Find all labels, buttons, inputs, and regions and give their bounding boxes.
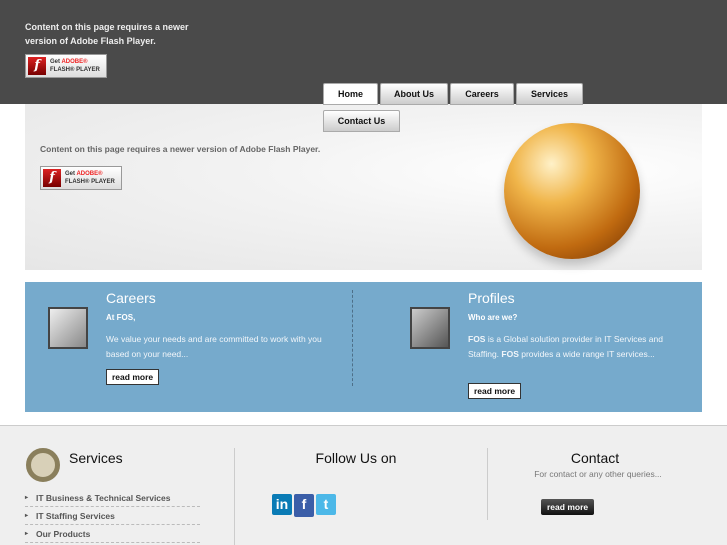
chart-document-icon bbox=[48, 307, 88, 349]
divider bbox=[352, 290, 353, 386]
profiles-subtitle: Who are we? bbox=[468, 313, 518, 322]
services-logo-icon bbox=[26, 448, 60, 482]
contact-read-more-button[interactable]: read more bbox=[541, 499, 595, 515]
nav-contact-us[interactable]: Contact Us bbox=[323, 110, 400, 132]
service-link[interactable]: Our Products bbox=[25, 525, 200, 543]
contact-title: Contact bbox=[570, 450, 620, 466]
get-flash-button[interactable]: f Get ADOBE® FLASH® PLAYER bbox=[25, 54, 107, 78]
profile-person-icon bbox=[410, 307, 450, 349]
linkedin-icon[interactable]: in bbox=[272, 494, 292, 515]
nav-about-us[interactable]: About Us bbox=[380, 83, 448, 105]
divider bbox=[234, 448, 235, 545]
services-title: Services bbox=[69, 450, 123, 466]
nav-services[interactable]: Services bbox=[516, 83, 583, 105]
careers-title: Careers bbox=[106, 290, 156, 306]
contact-text: For contact or any other queries... bbox=[534, 469, 662, 479]
facebook-icon[interactable]: f bbox=[294, 494, 314, 517]
nav-home[interactable]: Home bbox=[323, 83, 378, 105]
services-list: IT Business & Technical Services IT Staf… bbox=[25, 489, 200, 543]
divider bbox=[487, 448, 488, 520]
flash-notice: Content on this page requires a newer ve… bbox=[25, 22, 189, 46]
flash-notice-hero: Content on this page requires a newer ve… bbox=[40, 144, 321, 154]
globe-image bbox=[504, 123, 640, 259]
twitter-icon[interactable]: t bbox=[316, 494, 336, 515]
follow-title: Follow Us on bbox=[315, 450, 397, 466]
careers-text: We value your needs and are committed to… bbox=[106, 334, 322, 359]
flash-icon: f bbox=[43, 169, 61, 187]
careers-subtitle: At FOS, bbox=[106, 313, 136, 322]
profiles-read-more-button[interactable]: read more bbox=[468, 383, 522, 399]
nav-careers[interactable]: Careers bbox=[450, 83, 514, 105]
profiles-title: Profiles bbox=[468, 290, 515, 306]
service-link[interactable]: IT Business & Technical Services bbox=[25, 489, 200, 507]
service-link[interactable]: IT Staffing Services bbox=[25, 507, 200, 525]
profiles-text: FOS is a Global solution provider in IT … bbox=[468, 334, 663, 359]
flash-icon: f bbox=[28, 57, 46, 75]
careers-read-more-button[interactable]: read more bbox=[106, 369, 160, 385]
get-flash-button-hero[interactable]: f Get ADOBE® FLASH® PLAYER bbox=[40, 166, 122, 190]
